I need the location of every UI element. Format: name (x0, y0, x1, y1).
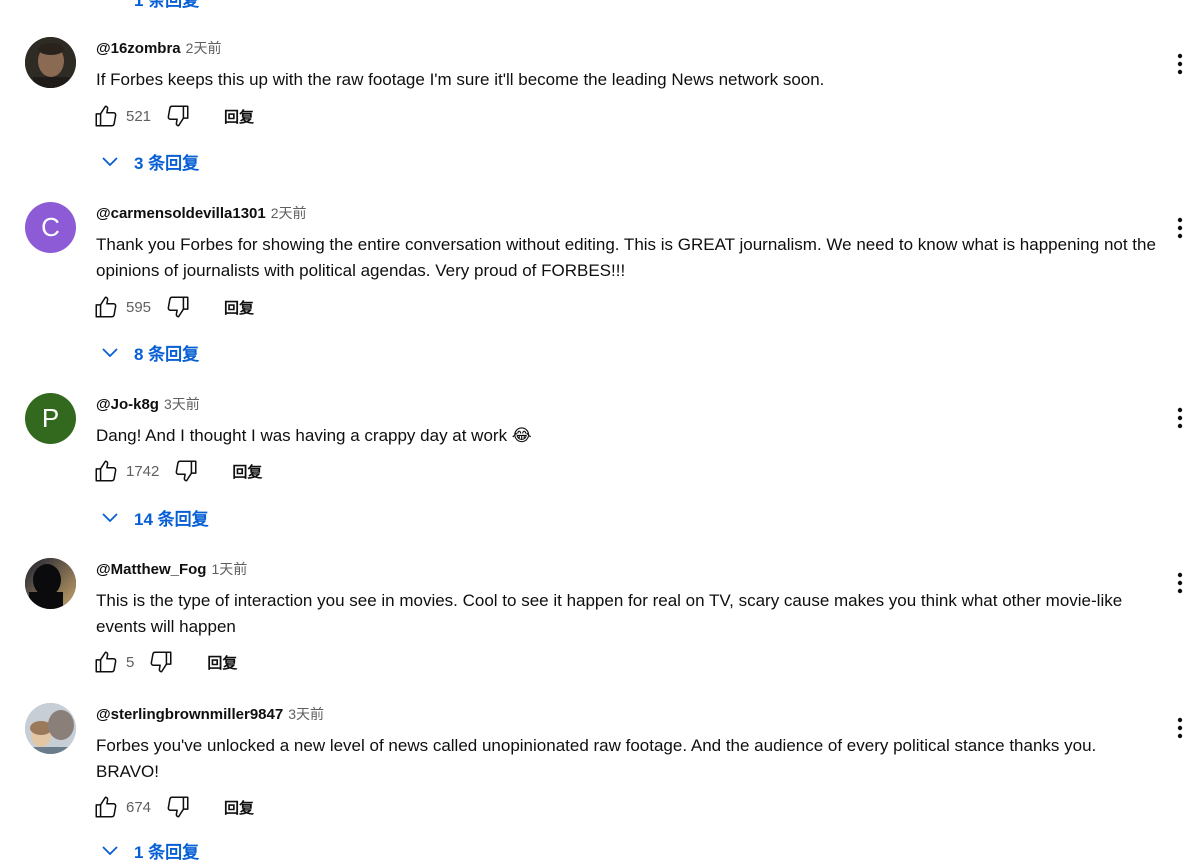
partial-replies-link[interactable]: 1 条回复 (134, 0, 199, 11)
dislike-icon[interactable] (165, 103, 191, 129)
comment-text: Forbes you've unlocked a new level of ne… (96, 736, 1097, 781)
view-replies-button[interactable]: 14 条回复 (100, 505, 209, 530)
avatar[interactable] (25, 558, 76, 609)
comment-actions: 595 回复 (93, 293, 254, 321)
chevron-down-icon (100, 508, 120, 528)
comment-author[interactable]: @sterlingbrownmiller9847 (96, 706, 283, 723)
reply-button[interactable]: 回复 (224, 106, 254, 127)
more-vert-icon (1177, 572, 1183, 594)
more-vert-icon (1177, 53, 1183, 75)
like-count: 674 (126, 798, 152, 816)
comment-text: Dang! And I thought I was having a crapp… (96, 426, 532, 445)
comment-text: Thank you Forbes for showing the entire … (96, 235, 1156, 280)
like-icon[interactable] (93, 103, 119, 129)
like-icon[interactable] (93, 794, 119, 820)
more-vert-icon (1177, 407, 1183, 429)
like-count: 521 (126, 107, 152, 125)
replies-count-label: 8 条回复 (134, 345, 200, 364)
dislike-icon[interactable] (173, 458, 199, 484)
more-actions-button[interactable] (1170, 214, 1190, 242)
avatar-letter: P (41, 403, 60, 433)
comment-time[interactable]: 1天前 (211, 561, 247, 577)
avatar[interactable]: C (25, 202, 76, 253)
replies-count-label: 14 条回复 (134, 510, 209, 529)
comment-text: If Forbes keeps this up with the raw foo… (96, 70, 825, 89)
comment-actions: 5 回复 (93, 648, 237, 676)
more-actions-button[interactable] (1170, 404, 1190, 432)
view-replies-button[interactable]: 3 条回复 (100, 149, 199, 174)
more-actions-button[interactable] (1170, 50, 1190, 78)
reply-button[interactable]: 回复 (207, 652, 237, 673)
avatar-letter: C (41, 212, 60, 242)
chevron-down-icon (100, 841, 120, 861)
like-icon[interactable] (93, 458, 119, 484)
like-count: 1742 (126, 462, 160, 480)
dislike-icon[interactable] (148, 649, 174, 675)
replies-count-label: 3 条回复 (134, 154, 200, 173)
reply-button[interactable]: 回复 (224, 297, 254, 318)
dislike-icon[interactable] (165, 294, 191, 320)
comment-actions: 521 回复 (93, 102, 254, 130)
dislike-icon[interactable] (165, 794, 191, 820)
comment-time[interactable]: 2天前 (271, 205, 307, 221)
comment-author[interactable]: @Matthew_Fog (96, 561, 206, 578)
comment-time[interactable]: 3天前 (288, 706, 324, 722)
comment-author[interactable]: @carmensoldevilla1301 (96, 205, 266, 222)
like-icon[interactable] (93, 294, 119, 320)
chevron-down-icon (100, 152, 120, 172)
more-actions-button[interactable] (1170, 714, 1190, 742)
reply-button[interactable]: 回复 (224, 797, 254, 818)
comment-actions: 1742 回复 (93, 457, 262, 485)
view-replies-button[interactable]: 1 条回复 (100, 838, 199, 863)
view-replies-button[interactable]: 8 条回复 (100, 340, 199, 365)
reply-button[interactable]: 回复 (232, 461, 262, 482)
avatar[interactable] (25, 37, 76, 88)
more-actions-button[interactable] (1170, 569, 1190, 597)
more-vert-icon (1177, 717, 1183, 739)
comment-author[interactable]: @Jo-k8g (96, 396, 159, 413)
like-icon[interactable] (93, 649, 119, 675)
comment-time[interactable]: 3天前 (164, 396, 200, 412)
avatar[interactable]: P (25, 393, 76, 444)
like-count: 5 (126, 653, 135, 671)
like-count: 595 (126, 298, 152, 316)
comment-author[interactable]: @16zombra (96, 40, 181, 57)
chevron-down-icon (100, 343, 120, 363)
comment-time[interactable]: 2天前 (186, 40, 222, 56)
comment-actions: 674 回复 (93, 793, 254, 821)
replies-count-label: 1 条回复 (134, 843, 200, 862)
avatar[interactable] (25, 703, 76, 754)
comment-text: This is the type of interaction you see … (96, 591, 1123, 636)
more-vert-icon (1177, 217, 1183, 239)
